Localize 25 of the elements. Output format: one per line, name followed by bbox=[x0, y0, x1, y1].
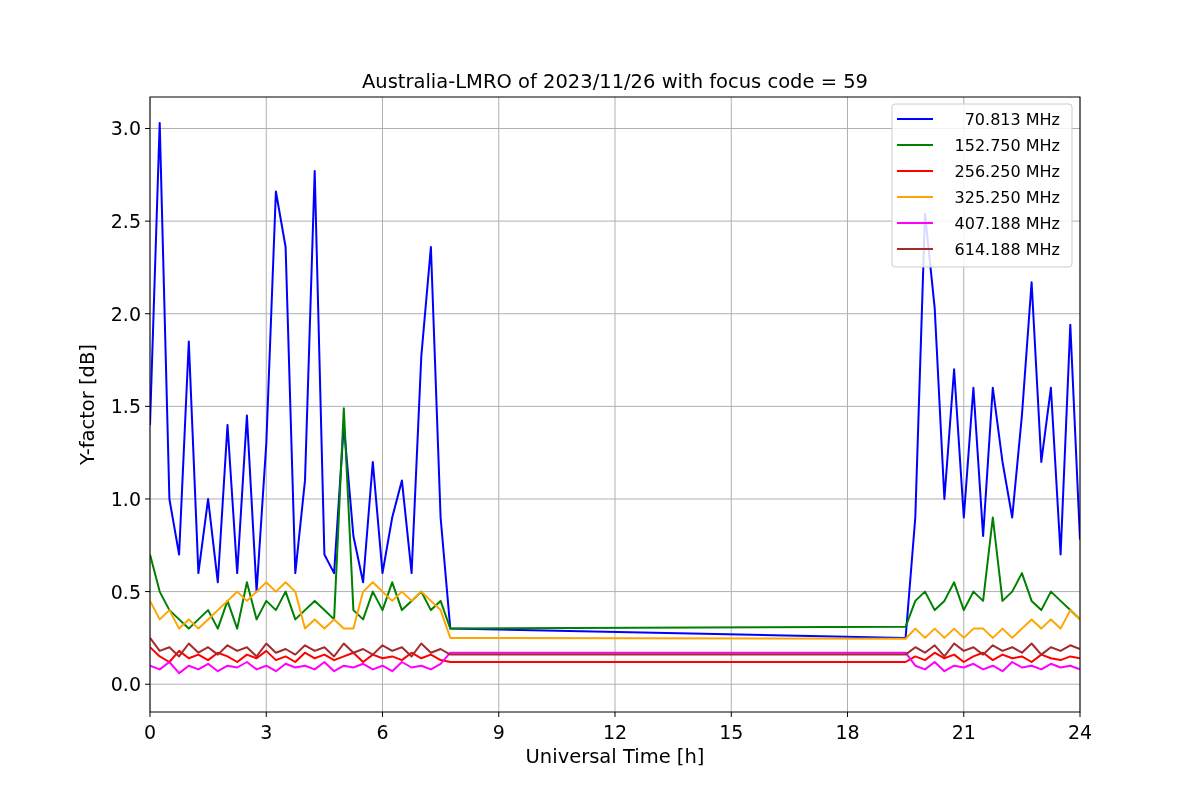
legend-label: 407.188 MHz bbox=[954, 214, 1060, 233]
y-axis-label: Y-factor [dB] bbox=[76, 344, 99, 465]
legend-label: 70.813 MHz bbox=[964, 110, 1060, 129]
legend-label: 325.250 MHz bbox=[954, 188, 1060, 207]
y-tick-label: 1.5 bbox=[110, 395, 141, 418]
x-tick-label: 21 bbox=[951, 721, 976, 743]
x-tick-label: 15 bbox=[719, 721, 744, 743]
legend-label: 152.750 MHz bbox=[954, 136, 1060, 155]
x-axis-label: Universal Time [h] bbox=[525, 745, 705, 768]
x-tick-label: 0 bbox=[143, 721, 157, 743]
y-tick-label: 2.5 bbox=[110, 210, 141, 233]
x-tick-label: 9 bbox=[492, 721, 505, 743]
x-tick-label: 12 bbox=[602, 721, 628, 743]
x-tick-label: 24 bbox=[1067, 721, 1093, 743]
x-tick-label: 18 bbox=[835, 721, 860, 743]
y-tick-label: 3.0 bbox=[110, 117, 141, 140]
x-tick-label: 3 bbox=[260, 721, 273, 743]
y-tick-label: 0.0 bbox=[110, 673, 141, 696]
y-tick-label: 2.0 bbox=[110, 302, 141, 325]
legend-label: 256.250 MHz bbox=[954, 162, 1060, 181]
y-tick-label: 0.5 bbox=[110, 580, 141, 603]
y-tick-label: 1.0 bbox=[110, 487, 141, 510]
x-tick-label: 6 bbox=[376, 721, 389, 743]
chart-title: Australia-LMRO of 2023/11/26 with focus code = 59 bbox=[362, 70, 868, 93]
legend-label: 614.188 MHz bbox=[954, 240, 1060, 259]
